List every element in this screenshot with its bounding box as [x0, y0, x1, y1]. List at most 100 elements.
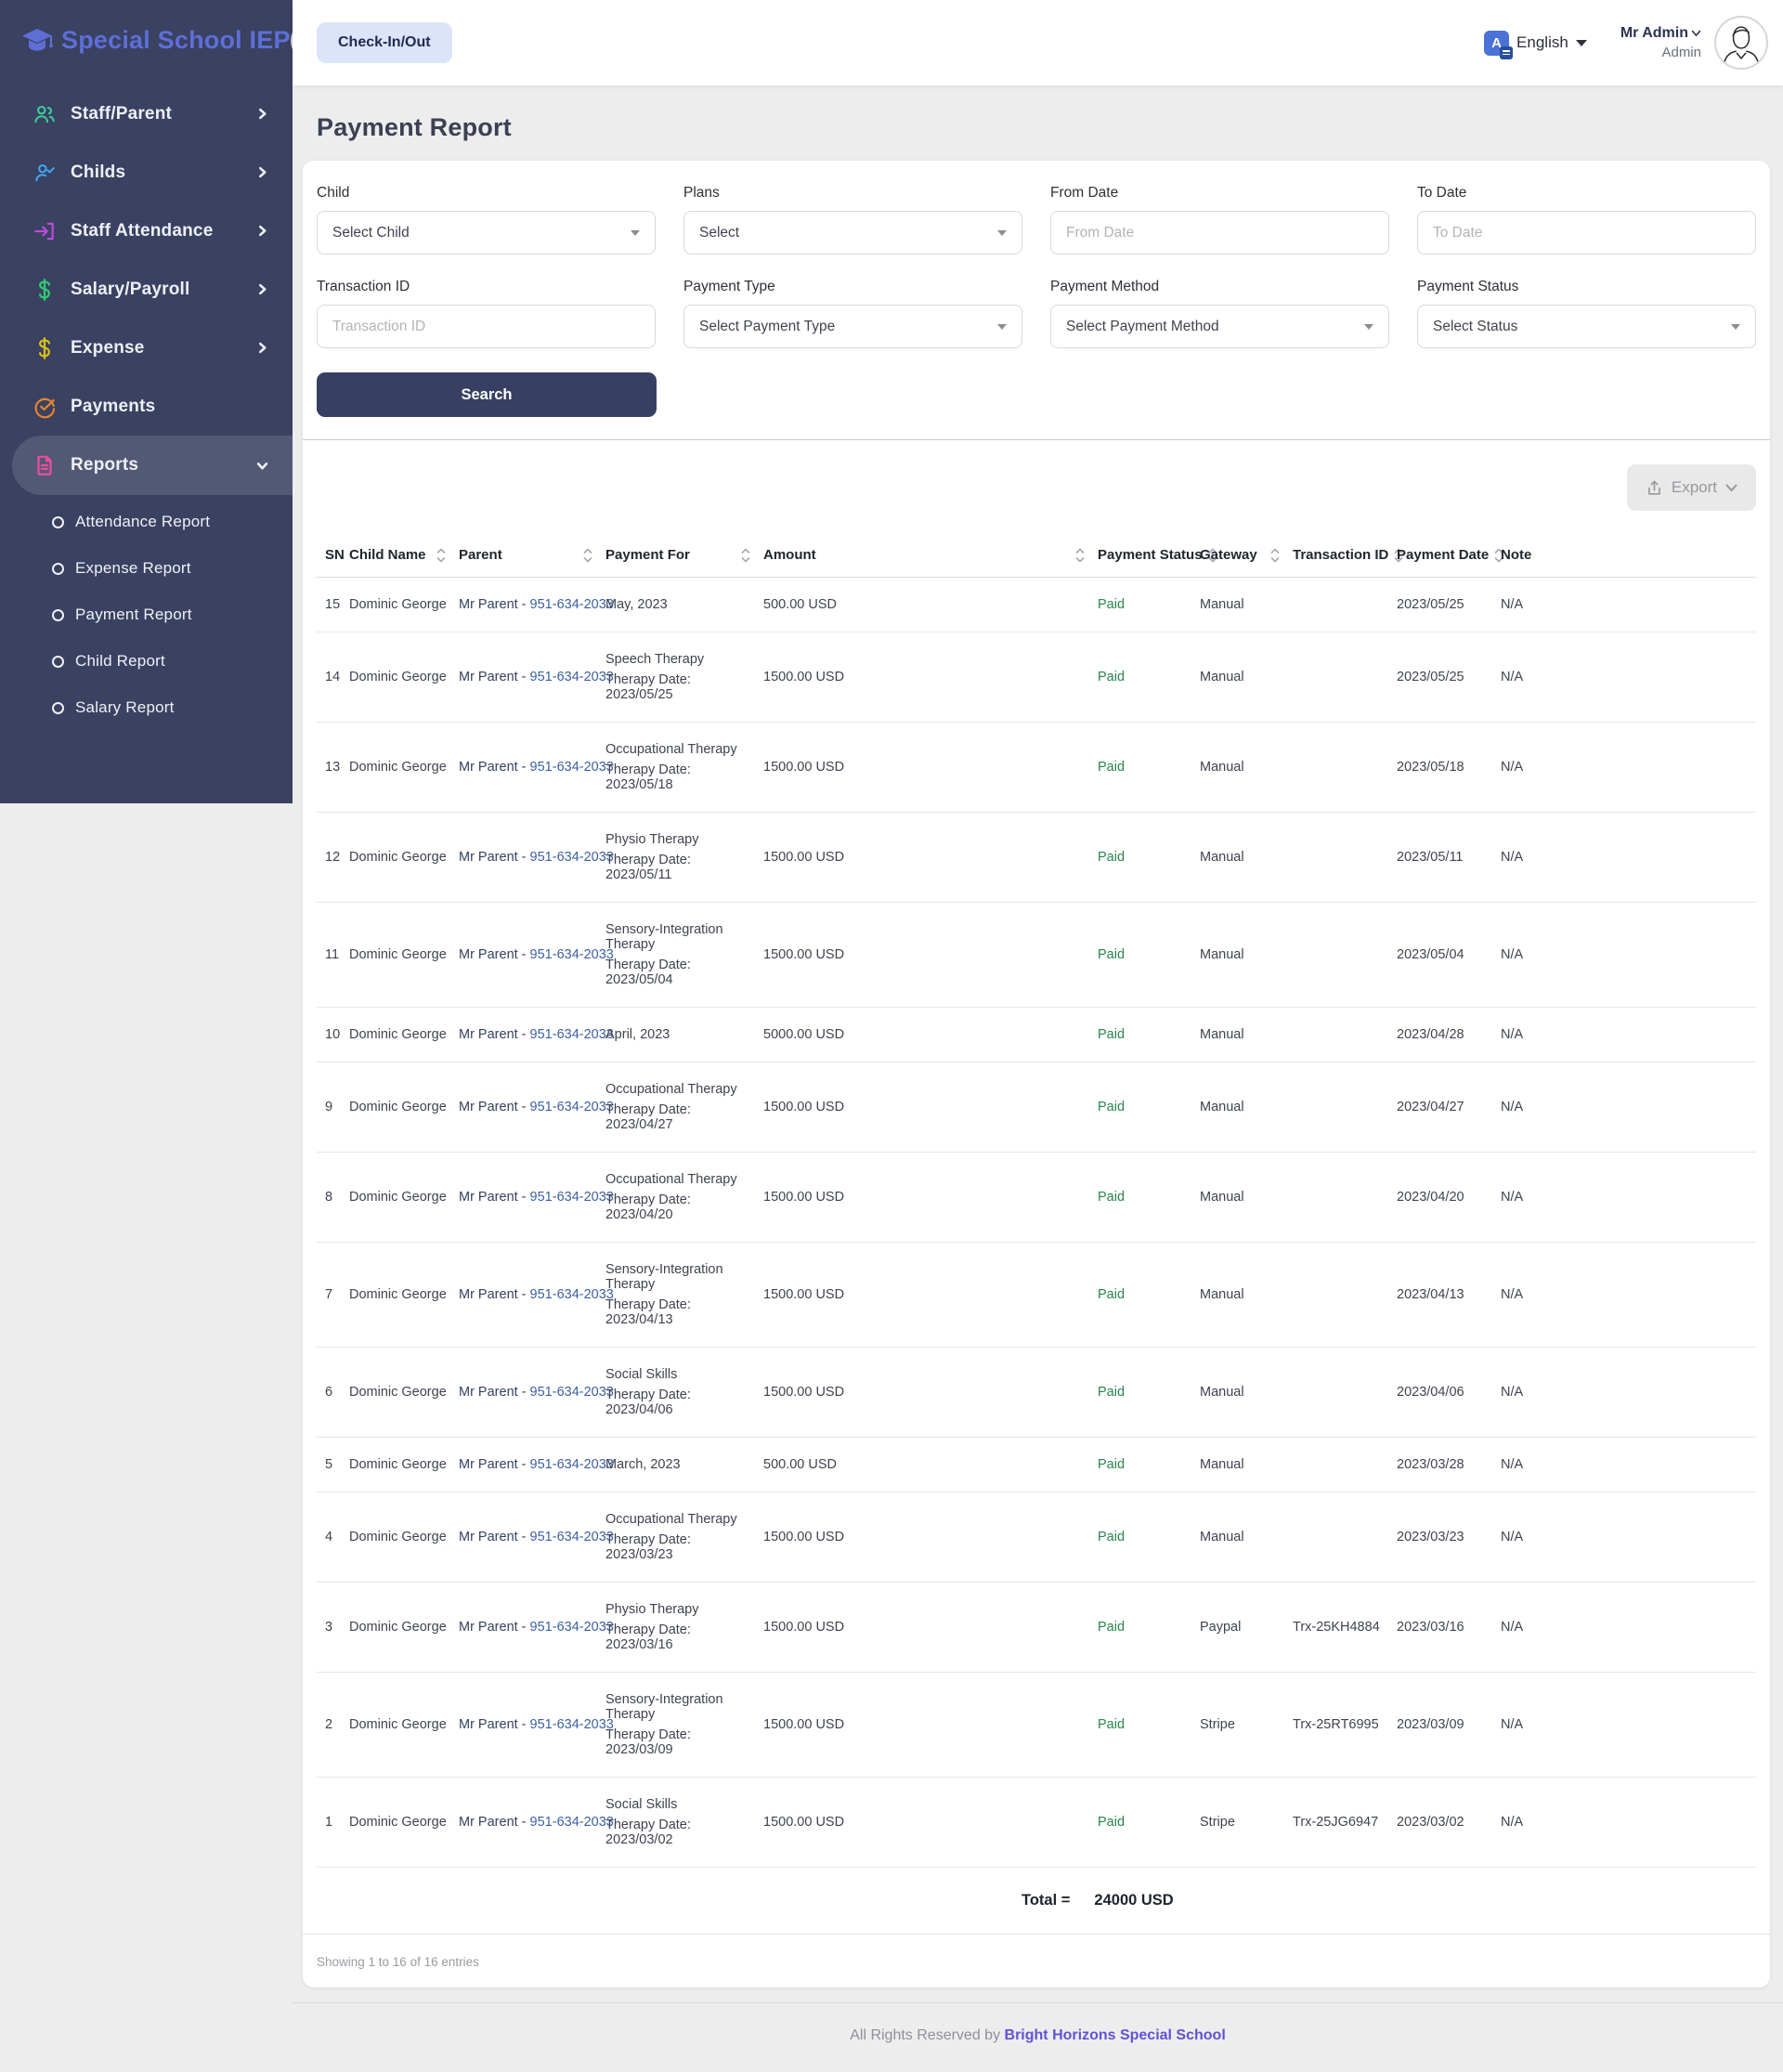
cell-gateway: Manual	[1200, 578, 1293, 632]
sidebar-subitem-child-report[interactable]: Child Report	[0, 638, 293, 684]
plans-select[interactable]: Select	[683, 211, 1022, 254]
cell-gateway: Manual	[1200, 1170, 1293, 1224]
payment-table: SN Child Name Parent Payment For Amount …	[317, 533, 1756, 1969]
sidebar-subitem-salary-report[interactable]: Salary Report	[0, 684, 293, 731]
cell-transaction-id	[1293, 748, 1397, 787]
from-date-input[interactable]	[1050, 211, 1389, 254]
cell-parent-link[interactable]: Mr Parent - 951-634-2033	[459, 1795, 605, 1849]
cell-payment-for: Social Skills Therapy Date: 2023/04/06	[605, 1348, 763, 1437]
cell-parent-link[interactable]: Mr Parent - 951-634-2033	[459, 1438, 605, 1492]
cell-parent-link[interactable]: Mr Parent - 951-634-2033	[459, 1008, 605, 1062]
footer-link[interactable]: Bright Horizons Special School	[1005, 2027, 1226, 2043]
cell-child-name: Dominic George	[349, 1268, 459, 1322]
payment-method-select[interactable]: Select Payment Method	[1050, 305, 1389, 348]
child-select[interactable]: Select Child	[317, 211, 656, 254]
col-header-payment-for[interactable]: Payment For	[605, 533, 763, 577]
table-row: 6 Dominic George Mr Parent - 951-634-203…	[317, 1348, 1756, 1438]
to-date-input[interactable]	[1417, 211, 1756, 254]
circle-bullet-icon	[52, 702, 64, 714]
check-circle-icon	[33, 395, 57, 419]
cell-transaction-id	[1293, 1445, 1397, 1484]
cell-sn: 13	[325, 740, 349, 794]
payment-type-select[interactable]: Select Payment Type	[683, 305, 1022, 348]
col-header-child-name[interactable]: Child Name	[349, 533, 459, 577]
page-title: Payment Report	[317, 113, 1770, 142]
caret-down-icon	[1731, 324, 1740, 330]
sort-icon[interactable]	[583, 548, 592, 563]
table-row: 13 Dominic George Mr Parent - 951-634-20…	[317, 723, 1756, 813]
cell-parent-link[interactable]: Mr Parent - 951-634-2033	[459, 650, 605, 704]
cell-amount: 1500.00 USD	[763, 1795, 1098, 1849]
circle-bullet-icon	[52, 656, 64, 668]
cell-payment-for: Occupational Therapy Therapy Date: 2023/…	[605, 1062, 763, 1152]
dollar-icon	[33, 336, 57, 360]
content: Payment Report Child Select Child Plans	[293, 85, 1783, 1987]
checkin-out-button[interactable]: Check-In/Out	[317, 22, 452, 63]
footer-text: All Rights Reserved by	[850, 2027, 1000, 2043]
sidebar-subitem-payment-report[interactable]: Payment Report	[0, 592, 293, 638]
export-button[interactable]: Export	[1627, 464, 1756, 511]
col-header-gateway[interactable]: Gateway	[1200, 533, 1293, 577]
sidebar-item-staff-attendance[interactable]: Staff Attendance	[0, 202, 293, 260]
sidebar-item-staff-parent[interactable]: Staff/Parent	[0, 85, 293, 143]
transaction-id-label: Transaction ID	[317, 279, 656, 295]
cell-payment-for: Sensory-Integration Therapy Therapy Date…	[605, 903, 763, 1007]
language-switcher[interactable]: A English	[1484, 31, 1587, 56]
cell-sn: 12	[325, 830, 349, 884]
user-menu[interactable]: Mr Admin Admin	[1620, 25, 1701, 60]
cell-amount: 1500.00 USD	[763, 1080, 1098, 1134]
cell-transaction-id	[1293, 1373, 1397, 1412]
cell-payment-status: Paid	[1098, 830, 1200, 884]
chevron-right-icon	[256, 283, 268, 295]
circle-bullet-icon	[52, 563, 64, 575]
cell-gateway: Manual	[1200, 650, 1293, 704]
report-doc-icon	[33, 453, 57, 477]
cell-child-name: Dominic George	[349, 1365, 459, 1419]
cell-parent-link[interactable]: Mr Parent - 951-634-2033	[459, 1365, 605, 1419]
sidebar-subitem-attendance-report[interactable]: Attendance Report	[0, 499, 293, 545]
payment-status-select[interactable]: Select Status	[1417, 305, 1756, 348]
sort-icon[interactable]	[436, 548, 446, 563]
cell-sn: 5	[325, 1438, 349, 1492]
sidebar-item-label: Reports	[71, 455, 256, 476]
sidebar-item-reports[interactable]: Reports	[12, 436, 293, 495]
cell-parent-link[interactable]: Mr Parent - 951-634-2033	[459, 1510, 605, 1564]
graduation-cap-icon	[20, 27, 54, 55]
sidebar-item-salary-payroll[interactable]: Salary/Payroll	[0, 260, 293, 319]
col-header-transaction-id[interactable]: Transaction ID	[1293, 533, 1397, 577]
cell-payment-status: Paid	[1098, 1170, 1200, 1224]
search-button[interactable]: Search	[317, 372, 657, 417]
cell-parent-link[interactable]: Mr Parent - 951-634-2033	[459, 578, 605, 632]
sidebar-item-expense[interactable]: Expense	[0, 319, 293, 377]
col-header-payment-status[interactable]: Payment Status	[1098, 533, 1200, 577]
cell-payment-status: Paid	[1098, 740, 1200, 794]
cell-parent-link[interactable]: Mr Parent - 951-634-2033	[459, 830, 605, 884]
col-header-payment-date[interactable]: Payment Date	[1397, 533, 1501, 577]
avatar[interactable]	[1714, 16, 1768, 70]
cell-parent-link[interactable]: Mr Parent - 951-634-2033	[459, 928, 605, 982]
sort-icon[interactable]	[1075, 548, 1085, 563]
cell-parent-link[interactable]: Mr Parent - 951-634-2033	[459, 1080, 605, 1134]
sidebar-subitem-expense-report[interactable]: Expense Report	[0, 545, 293, 592]
cell-parent-link[interactable]: Mr Parent - 951-634-2033	[459, 740, 605, 794]
sort-icon[interactable]	[741, 548, 750, 563]
table-body: 15 Dominic George Mr Parent - 951-634-20…	[317, 578, 1756, 1868]
col-header-parent[interactable]: Parent	[459, 533, 605, 577]
caret-down-icon	[1364, 324, 1373, 330]
col-header-amount[interactable]: Amount	[763, 533, 1098, 577]
cell-parent-link[interactable]: Mr Parent - 951-634-2033	[459, 1600, 605, 1654]
chevron-right-icon	[256, 166, 268, 178]
cell-payment-date: 2023/03/28	[1397, 1438, 1501, 1492]
caret-down-icon	[997, 230, 1007, 236]
sidebar-item-payments[interactable]: Payments	[0, 377, 293, 436]
sidebar-item-childs[interactable]: Childs	[0, 143, 293, 202]
cell-payment-status: Paid	[1098, 1008, 1200, 1062]
cell-parent-link[interactable]: Mr Parent - 951-634-2033	[459, 1170, 605, 1224]
cell-transaction-id	[1293, 838, 1397, 877]
cell-parent-link[interactable]: Mr Parent - 951-634-2033	[459, 1268, 605, 1322]
cell-parent-link[interactable]: Mr Parent - 951-634-2033	[459, 1698, 605, 1752]
transaction-id-input[interactable]	[317, 305, 656, 348]
cell-amount: 1500.00 USD	[763, 740, 1098, 794]
total-label: Total =	[1022, 1892, 1070, 1909]
sort-icon[interactable]	[1270, 548, 1280, 563]
